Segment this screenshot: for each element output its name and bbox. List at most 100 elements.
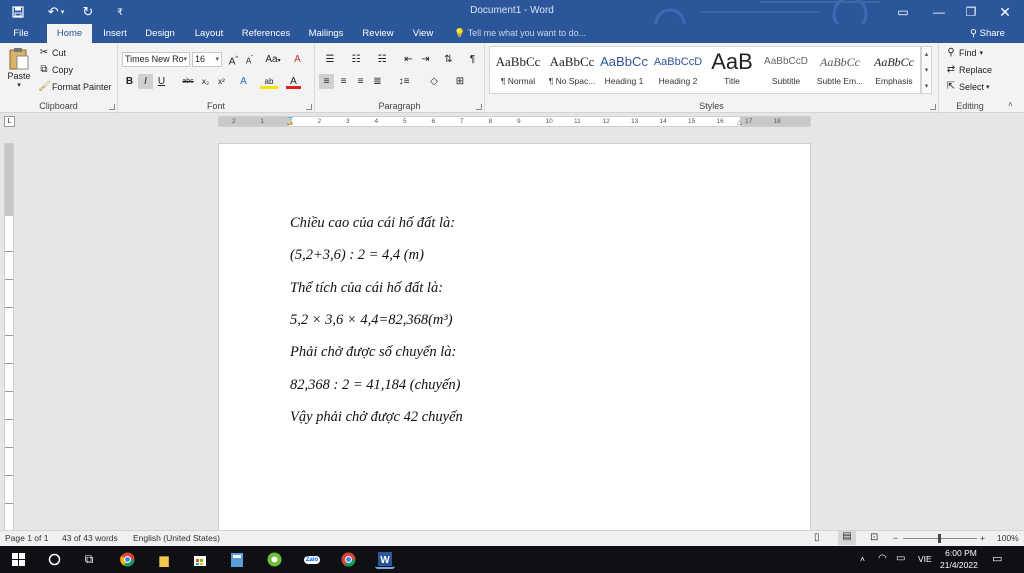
highlight-button[interactable]: ab bbox=[260, 74, 278, 89]
gallery-more-icon[interactable]: ▾ bbox=[922, 79, 931, 95]
text-effects-button[interactable]: A bbox=[236, 74, 251, 89]
zoom-out-button[interactable]: − bbox=[893, 533, 898, 543]
format-painter-button[interactable]: 🖌 Format Painter bbox=[38, 81, 112, 92]
paste-button[interactable]: Paste ▾ bbox=[6, 47, 32, 89]
chrome-profile-icon[interactable] bbox=[338, 550, 358, 569]
zoom-level[interactable]: 100% bbox=[997, 533, 1019, 543]
borders-icon[interactable]: ⊞ bbox=[449, 74, 471, 89]
input-language[interactable]: VIE bbox=[918, 554, 932, 564]
justify-icon[interactable]: ≣ bbox=[370, 74, 385, 89]
zoom-in-button[interactable]: + bbox=[980, 533, 985, 543]
doc-line[interactable]: (5,2+3,6) : 2 = 4,4 (m) bbox=[290, 247, 424, 264]
doc-line[interactable]: Phải chở được số chuyến là: bbox=[290, 344, 456, 361]
style-heading-1[interactable]: AaBbCc Heading 1 bbox=[597, 48, 651, 92]
multilevel-list-icon[interactable]: ☵ bbox=[371, 52, 393, 67]
sort-icon[interactable]: ⇅ bbox=[441, 52, 456, 67]
horizontal-ruler[interactable]: 2 1 1 2 3 4 5 6 7 8 9 10 11 12 13 14 15 16 17 18 ⌛ ⌂ bbox=[218, 116, 811, 127]
doc-line[interactable]: Chiều cao của cái hố đất là: bbox=[290, 215, 455, 232]
zoom-slider-thumb[interactable] bbox=[938, 534, 941, 543]
collapse-ribbon-icon[interactable]: ˄ bbox=[1008, 100, 1013, 109]
subscript-button[interactable]: x₂ bbox=[198, 74, 213, 89]
shrink-font-button[interactable]: Aˇ bbox=[242, 52, 257, 67]
styles-launcher-icon[interactable] bbox=[930, 104, 936, 110]
grow-font-button[interactable]: A^ bbox=[226, 52, 241, 67]
underline-button[interactable]: U bbox=[154, 74, 169, 89]
search-circle-icon[interactable] bbox=[44, 550, 64, 569]
print-layout-icon[interactable]: ▤ bbox=[838, 531, 856, 545]
coccoc-icon[interactable] bbox=[264, 550, 284, 569]
tell-me-box[interactable]: 💡 Tell me what you want to do... bbox=[454, 24, 586, 43]
calculator-icon[interactable] bbox=[227, 550, 247, 569]
paragraph-launcher-icon[interactable] bbox=[476, 104, 482, 110]
italic-button[interactable]: I bbox=[138, 74, 153, 89]
align-left-icon[interactable]: ≡ bbox=[319, 74, 334, 89]
doc-line[interactable]: Thể tích của cái hố đất là: bbox=[290, 280, 443, 297]
share-button[interactable]: ⚲ Share bbox=[970, 24, 1005, 43]
windows-start-icon[interactable] bbox=[8, 550, 28, 569]
scroll-up-icon[interactable]: ▴ bbox=[922, 47, 931, 63]
zalo-icon[interactable]: Zalo bbox=[301, 550, 323, 569]
font-name-box[interactable]: Times New Ro ▾ bbox=[122, 52, 190, 67]
restore-icon[interactable]: ❐ bbox=[956, 2, 986, 22]
task-view-icon[interactable]: ⧉ bbox=[79, 550, 99, 569]
file-explorer-icon[interactable]: ▆ bbox=[154, 550, 174, 569]
doc-line[interactable]: 5,2 × 3,6 × 4,4=82,368(m³) bbox=[290, 312, 453, 329]
show-marks-button[interactable]: ¶ bbox=[465, 52, 480, 67]
store-icon[interactable] bbox=[190, 550, 210, 569]
clock-time[interactable]: 6:00 PM bbox=[944, 548, 978, 558]
replace-button[interactable]: ⇄ Replace bbox=[945, 64, 992, 75]
vertical-ruler[interactable] bbox=[4, 143, 14, 531]
change-case-button[interactable]: Aa▾ bbox=[262, 52, 284, 67]
align-center-icon[interactable]: ≡ bbox=[336, 74, 351, 89]
read-mode-icon[interactable]: ▯ bbox=[814, 532, 820, 543]
font-color-button[interactable]: A bbox=[286, 74, 301, 89]
strikethrough-button[interactable]: abc bbox=[180, 74, 196, 89]
tab-view[interactable]: View bbox=[406, 24, 440, 43]
document-page[interactable]: Chiều cao của cái hố đất là: (5,2+3,6) :… bbox=[218, 143, 811, 531]
tray-chevron-icon[interactable]: ˄ bbox=[860, 554, 865, 564]
align-right-icon[interactable]: ≡ bbox=[353, 74, 368, 89]
style-normal[interactable]: AaBbCc ¶ Normal bbox=[491, 48, 545, 92]
tab-insert[interactable]: Insert bbox=[97, 24, 133, 43]
font-launcher-icon[interactable] bbox=[306, 104, 312, 110]
word-icon[interactable]: W bbox=[375, 550, 395, 569]
clipboard-launcher-icon[interactable] bbox=[109, 104, 115, 110]
minimize-icon[interactable]: — bbox=[924, 2, 954, 22]
doc-line[interactable]: Vậy phải chở được 42 chuyến bbox=[290, 409, 463, 426]
wifi-icon[interactable]: ◠ bbox=[878, 553, 887, 564]
tab-design[interactable]: Design bbox=[140, 24, 180, 43]
style-subtle-emphasis[interactable]: AaBbCc Subtle Em... bbox=[813, 48, 867, 92]
battery-icon[interactable]: ▭ bbox=[896, 553, 905, 564]
word-count[interactable]: 43 of 43 words bbox=[62, 533, 118, 543]
tab-home[interactable]: Home bbox=[47, 24, 92, 43]
bold-button[interactable]: B bbox=[122, 74, 137, 89]
tab-layout[interactable]: Layout bbox=[188, 24, 230, 43]
line-spacing-icon[interactable]: ↕≡ bbox=[393, 74, 415, 89]
cut-button[interactable]: ✂ Cut bbox=[38, 47, 66, 58]
clear-formatting-icon[interactable]: A bbox=[290, 52, 305, 67]
numbering-icon[interactable]: ☷ bbox=[345, 52, 367, 67]
right-indent-icon[interactable]: ⌂ bbox=[737, 118, 742, 126]
tab-references[interactable]: References bbox=[238, 24, 294, 43]
font-size-box[interactable]: 16 ▾ bbox=[192, 52, 222, 67]
indent-marker-icon[interactable]: ⌛ bbox=[285, 117, 295, 125]
style-heading-2[interactable]: AaBbCcD Heading 2 bbox=[651, 48, 705, 92]
superscript-button[interactable]: x² bbox=[214, 74, 229, 89]
style-title[interactable]: AaB Title bbox=[705, 48, 759, 92]
tab-mailings[interactable]: Mailings bbox=[302, 24, 350, 43]
notification-icon[interactable]: ▭ bbox=[992, 552, 1002, 565]
tab-file[interactable]: File bbox=[4, 24, 38, 43]
tab-review[interactable]: Review bbox=[358, 24, 398, 43]
page-count[interactable]: Page 1 of 1 bbox=[5, 533, 48, 543]
chrome-icon[interactable] bbox=[117, 550, 137, 569]
decrease-indent-icon[interactable]: ⇤ bbox=[401, 52, 416, 67]
language-status[interactable]: English (United States) bbox=[133, 533, 220, 543]
increase-indent-icon[interactable]: ⇥ bbox=[418, 52, 433, 67]
styles-scroll[interactable]: ▴ ▾ ▾ bbox=[921, 46, 932, 94]
clock-date[interactable]: 21/4/2022 bbox=[940, 560, 978, 570]
doc-line[interactable]: 82,368 : 2 = 41,184 (chuyến) bbox=[290, 377, 460, 394]
style-emphasis[interactable]: AaBbCc Emphasis bbox=[867, 48, 921, 92]
copy-button[interactable]: ⧉ Copy bbox=[38, 64, 73, 75]
find-button[interactable]: ⚲ Find ▾ bbox=[945, 47, 983, 58]
style-no-spacing[interactable]: AaBbCc ¶ No Spac... bbox=[545, 48, 599, 92]
